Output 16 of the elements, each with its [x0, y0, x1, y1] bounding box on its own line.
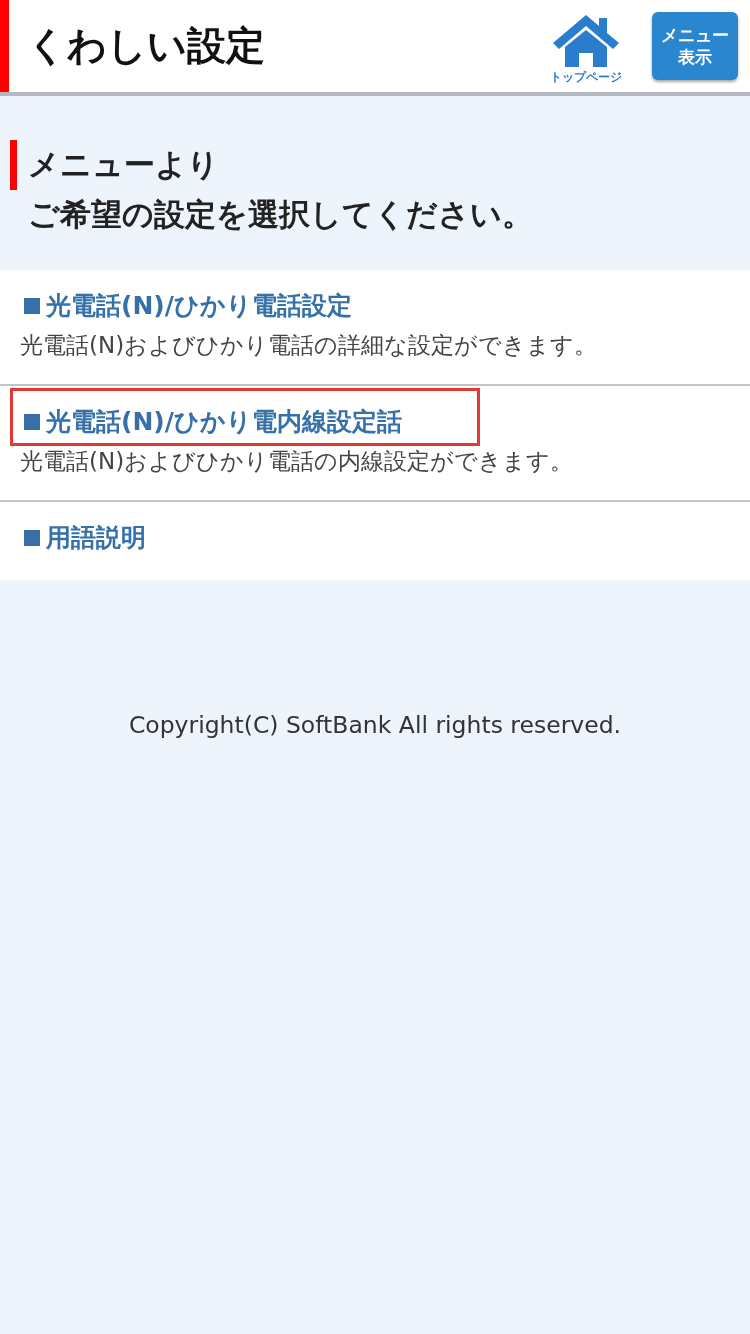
square-bullet-icon	[24, 414, 40, 430]
accent-bar	[10, 140, 17, 190]
square-bullet-icon	[24, 530, 40, 546]
item-description: 光電話(N)およびひかり電話の詳細な設定ができます。	[20, 331, 599, 360]
home-link[interactable]: トップページ	[550, 12, 622, 86]
instruction-text: ご希望の設定を選択してください。	[28, 195, 534, 234]
section-heading: メニューより	[28, 145, 219, 184]
page-title: くわしい設定	[27, 22, 266, 70]
house-icon	[551, 12, 621, 67]
copyright-text: Copyright(C) SoftBank All rights reserved.	[128, 711, 622, 739]
item-description: 光電話(N)およびひかり電話の内線設定ができます。	[20, 447, 575, 476]
menu-link[interactable]: 光電話(N)/ひかり電話設定	[24, 290, 352, 322]
square-bullet-icon	[24, 298, 40, 314]
menu-link[interactable]: 用語説明	[24, 522, 146, 554]
menu-link[interactable]: 光電話(N)/ひかり電内線設定話	[24, 406, 402, 438]
menu-button[interactable]: メニュー表示	[652, 12, 738, 80]
